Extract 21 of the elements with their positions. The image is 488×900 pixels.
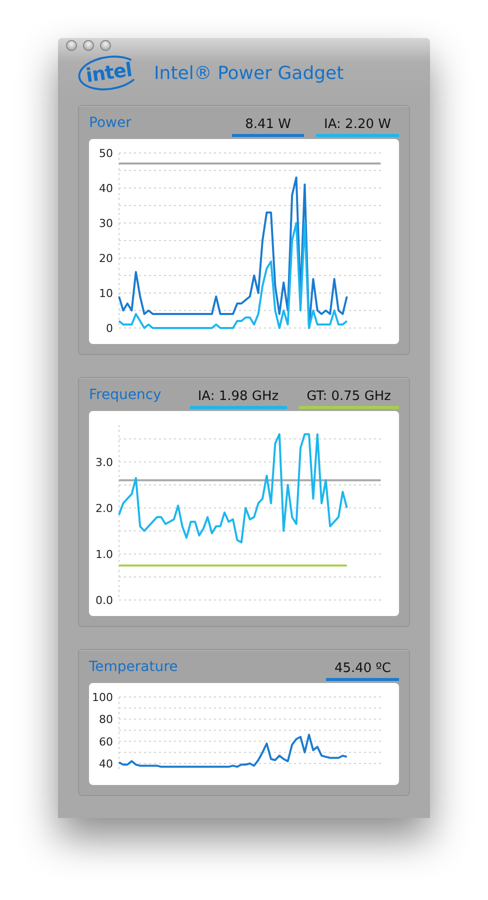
axis-tick-label: 40 bbox=[99, 182, 113, 195]
axis-tick-label: 50 bbox=[99, 147, 113, 160]
panel-title: Frequency bbox=[89, 387, 162, 405]
panel-title: Temperature bbox=[89, 659, 179, 677]
axis-tick-label: 0 bbox=[106, 322, 113, 335]
axis-tick-label: 0.0 bbox=[96, 594, 113, 607]
axis-tick-label: 30 bbox=[99, 217, 113, 230]
panel-title: Power bbox=[89, 115, 132, 133]
window-title: Intel® Power Gadget bbox=[154, 62, 344, 84]
axis-tick-label: 60 bbox=[99, 735, 113, 748]
axis-tick-label: 80 bbox=[99, 713, 113, 726]
axis-tick-label: 20 bbox=[99, 252, 113, 265]
axis-tick-label: 2.0 bbox=[96, 502, 113, 515]
window-button[interactable] bbox=[100, 40, 111, 52]
window-button[interactable] bbox=[83, 40, 94, 52]
window-button[interactable] bbox=[66, 40, 77, 52]
axis-tick-label: 100 bbox=[92, 691, 113, 704]
axis-tick-label: 10 bbox=[99, 287, 113, 300]
axis-tick-label: 1.0 bbox=[96, 548, 113, 561]
axis-tick-label: 40 bbox=[99, 757, 113, 770]
axis-tick-label: 3.0 bbox=[96, 456, 113, 469]
